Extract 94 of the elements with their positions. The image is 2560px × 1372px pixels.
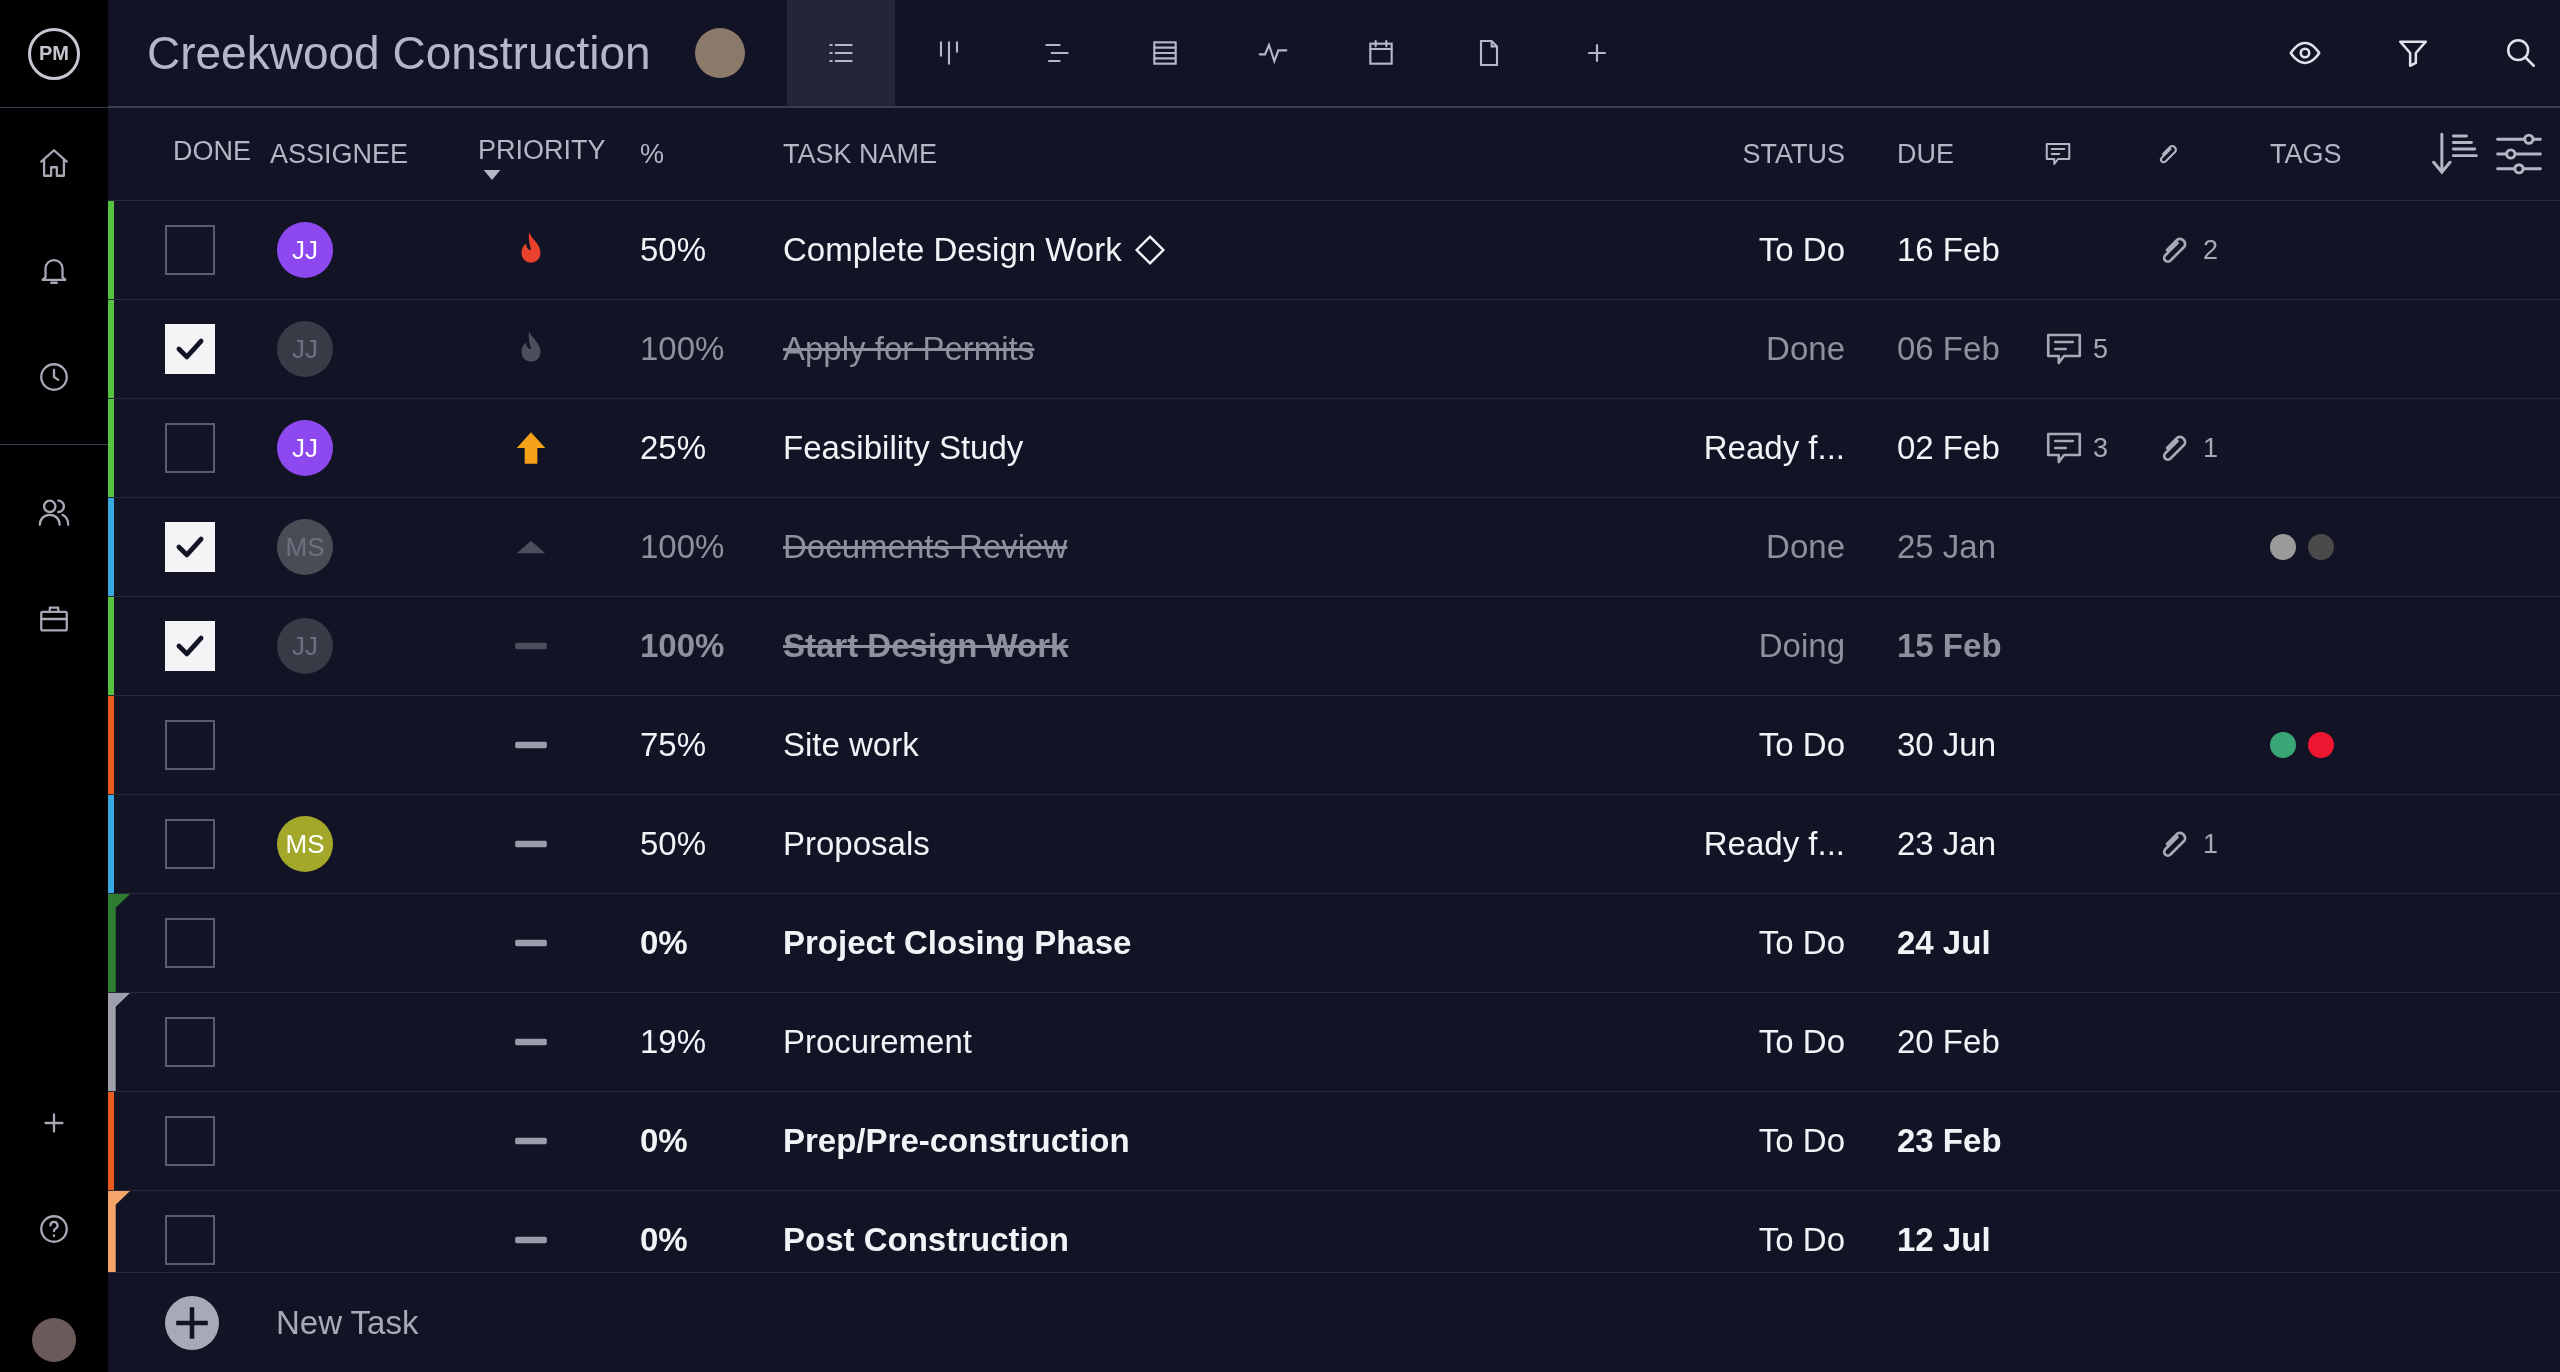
attachment-count: 1 [2203, 432, 2219, 464]
percent-complete: 0% [640, 1221, 689, 1259]
percent-complete: 75% [640, 726, 708, 764]
column-header[interactable]: DUE [1855, 138, 2030, 170]
task-name[interactable]: Proposals [783, 825, 930, 863]
percent-complete: 100% [640, 528, 726, 566]
due-date[interactable]: 15 Feb [1855, 627, 2030, 665]
done-checkbox[interactable] [165, 1116, 215, 1166]
tag-dot[interactable] [2270, 732, 2296, 758]
task-row[interactable]: 19% Procurement To Do 20 Feb [108, 993, 2560, 1092]
percent-complete: 100% [640, 330, 726, 368]
task-status[interactable]: To Do [1758, 1023, 1855, 1061]
percent-complete: 0% [640, 924, 689, 962]
task-name[interactable]: Apply for Permits [783, 330, 1035, 368]
column-header[interactable]: STATUS [1742, 138, 1855, 170]
help-icon[interactable] [37, 1212, 71, 1246]
percent-complete: 50% [640, 231, 708, 269]
task-status[interactable]: Ready f... [1703, 429, 1855, 467]
assignee-avatar[interactable]: JJ [277, 420, 333, 476]
done-checkbox[interactable] [165, 720, 215, 770]
column-header[interactable]: PRIORITY [478, 134, 606, 166]
task-status[interactable]: Doing [1758, 627, 1855, 665]
column-header[interactable]: TAGS [2270, 138, 2342, 170]
task-status[interactable]: To Do [1758, 231, 1855, 269]
due-date[interactable]: 23 Jan [1855, 825, 2030, 863]
home-icon[interactable] [37, 146, 71, 180]
due-date[interactable]: 20 Feb [1855, 1023, 2030, 1061]
task-row[interactable]: JJ 25% Feasibility Study Ready f... 02 Feb 3 1 [108, 399, 2560, 498]
clock-icon[interactable] [37, 360, 71, 394]
due-date[interactable]: 25 Jan [1855, 528, 2030, 566]
new-task-button[interactable]: New Task [276, 1303, 419, 1342]
task-name[interactable]: Feasibility Study [783, 429, 1024, 467]
tag-dot[interactable] [2308, 534, 2334, 560]
task-status[interactable]: Ready f... [1703, 825, 1855, 863]
comment-count: 5 [2093, 333, 2109, 365]
task-status[interactable]: To Do [1758, 726, 1855, 764]
app-logo[interactable]: PM [28, 27, 80, 80]
task-row[interactable]: 75% Site work To Do 30 Jun [108, 696, 2560, 795]
done-checkbox[interactable] [165, 225, 215, 275]
project-title: Creekwood Construction [147, 26, 651, 80]
tag-dot[interactable] [2308, 732, 2334, 758]
task-row[interactable]: MS 50% Proposals Ready f... 23 Jan 1 [108, 795, 2560, 894]
task-row[interactable]: 0% Project Closing Phase To Do 24 Jul [108, 894, 2560, 993]
done-checkbox[interactable] [165, 1017, 215, 1067]
due-date[interactable]: 12 Jul [1855, 1221, 2030, 1259]
percent-complete: 25% [640, 429, 708, 467]
settings-sliders-icon[interactable] [2495, 131, 2542, 177]
task-status[interactable]: To Do [1758, 924, 1855, 962]
percent-complete: 19% [640, 1023, 708, 1061]
task-row[interactable]: 0% Post Construction To Do 12 Jul [108, 1191, 2560, 1272]
due-date[interactable]: 24 Jul [1855, 924, 2030, 962]
task-status[interactable]: Done [1766, 330, 1855, 368]
done-checkbox[interactable] [165, 819, 215, 869]
due-date[interactable]: 06 Feb [1855, 330, 2030, 368]
due-date[interactable]: 30 Jun [1855, 726, 2030, 764]
task-name[interactable]: Procurement [783, 1023, 972, 1061]
user-avatar[interactable] [32, 1318, 76, 1362]
task-name[interactable]: Prep/Pre-construction [783, 1122, 1130, 1160]
percent-complete: 50% [640, 825, 708, 863]
task-name[interactable]: Complete Design Work [783, 231, 1122, 269]
search-icon[interactable] [2504, 36, 2538, 70]
comment-count: 3 [2093, 432, 2109, 464]
task-name[interactable]: Site work [783, 726, 919, 764]
project-avatar[interactable] [694, 28, 745, 78]
sort-icon[interactable] [2431, 131, 2478, 177]
attachment-count: 1 [2203, 828, 2219, 860]
due-date[interactable]: 16 Feb [1855, 231, 2030, 269]
column-header[interactable]: % [640, 138, 783, 170]
done-checkbox[interactable] [165, 1215, 215, 1265]
percent-complete: 100% [640, 627, 726, 665]
task-row[interactable]: JJ 100% Apply for Permits Done 06 Feb 5 [108, 300, 2560, 399]
column-header[interactable]: TASK NAME [783, 138, 1635, 170]
task-name[interactable]: Post Construction [783, 1221, 1069, 1259]
task-name[interactable]: Project Closing Phase [783, 924, 1132, 962]
due-date[interactable]: 23 Feb [1855, 1122, 2030, 1160]
task-row[interactable]: JJ 100% Start Design Work Doing 15 Feb [108, 597, 2560, 696]
column-header[interactable]: ASSIGNEE [270, 138, 470, 170]
percent-complete: 0% [640, 1122, 689, 1160]
task-status[interactable]: To Do [1758, 1122, 1855, 1160]
due-date[interactable]: 02 Feb [1855, 429, 2030, 467]
task-name[interactable]: Documents Review [783, 528, 1068, 566]
sort-caret-icon [483, 169, 501, 180]
column-header[interactable]: DONE [116, 135, 270, 167]
assignee-avatar[interactable]: JJ [277, 222, 333, 278]
task-status[interactable]: To Do [1758, 1221, 1855, 1259]
done-checkbox[interactable] [165, 918, 215, 968]
task-row[interactable]: 0% Prep/Pre-construction To Do 23 Feb [108, 1092, 2560, 1191]
add-task-icon[interactable] [165, 1295, 219, 1350]
tag-dot[interactable] [2270, 534, 2296, 560]
done-checkbox[interactable] [165, 423, 215, 473]
task-status[interactable]: Done [1766, 528, 1855, 566]
task-name[interactable]: Start Design Work [783, 627, 1069, 665]
attachment-count: 2 [2203, 234, 2219, 266]
task-row[interactable]: JJ 50% Complete Design Work To Do 16 Feb 2 [108, 201, 2560, 300]
